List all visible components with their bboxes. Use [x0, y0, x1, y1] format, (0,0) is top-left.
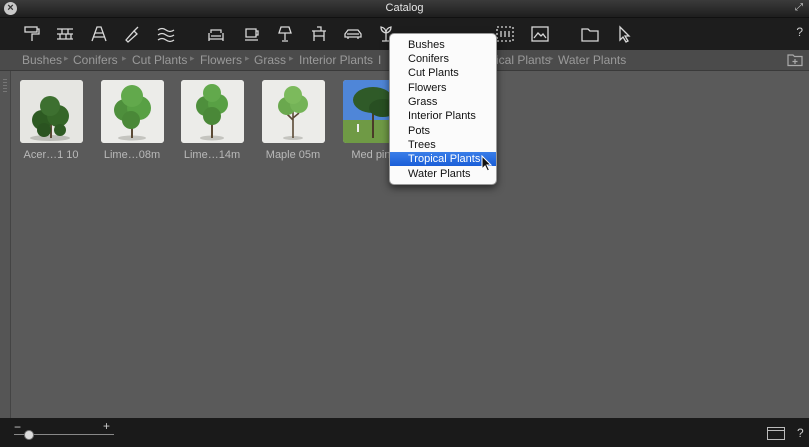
menu-item-trees[interactable]: Trees [390, 138, 496, 152]
thumbnail-label: Lime…08m [103, 149, 161, 161]
expand-icon[interactable]: ⤢ [793, 2, 805, 14]
thumbnail-lime-08m[interactable] [101, 80, 164, 143]
car-icon[interactable] [341, 22, 365, 46]
trowel-icon[interactable] [120, 22, 144, 46]
help-button[interactable]: ? [796, 25, 803, 39]
separator-icon: ▸ [245, 53, 250, 63]
help-button-bottom[interactable]: ? [797, 426, 804, 440]
menu-item-flowers[interactable]: Flowers [390, 81, 496, 95]
thumbnail-label: Acer…1 10 [23, 149, 79, 161]
water-waves-icon[interactable] [154, 22, 178, 46]
cup-icon[interactable] [240, 22, 264, 46]
thumbnail-label: Maple 05m [265, 149, 321, 161]
brick-wall-icon[interactable] [53, 22, 77, 46]
roof-icon[interactable] [87, 22, 111, 46]
add-folder-icon[interactable] [787, 52, 803, 67]
mouse-cursor-icon [481, 155, 493, 172]
separator-icon: ▸ [122, 53, 127, 63]
category-water-plants[interactable]: Water Plants [558, 53, 626, 67]
category-partial[interactable]: I [378, 53, 381, 67]
category-grass[interactable]: Grass [254, 53, 286, 67]
menu-item-pots[interactable]: Pots [390, 124, 496, 138]
separator-icon: ▸ [549, 53, 554, 63]
separator-icon: ▸ [64, 53, 69, 63]
sofa-icon[interactable] [204, 22, 228, 46]
separator-icon: ▸ [289, 53, 294, 63]
zoom-in-button[interactable]: + [103, 419, 110, 433]
bottom-bar: − + ? [0, 418, 809, 447]
category-flowers[interactable]: Flowers [200, 53, 242, 67]
panel-toggle-icon[interactable] [767, 427, 785, 440]
category-interior-plants[interactable]: Interior Plants [299, 53, 373, 67]
menu-item-conifers[interactable]: Conifers [390, 52, 496, 66]
thumbnail-acer[interactable] [20, 80, 83, 143]
category-conifers[interactable]: Conifers [73, 53, 118, 67]
pointer-icon[interactable] [612, 22, 636, 46]
zoom-slider-handle[interactable] [24, 430, 34, 440]
category-tropical-plants[interactable]: ical Plants [496, 53, 551, 67]
left-panel-handle[interactable] [0, 71, 11, 418]
category-bushes[interactable]: Bushes [22, 53, 62, 67]
separator-icon: ▸ [190, 53, 195, 63]
table-icon[interactable] [307, 22, 331, 46]
thumbnail-label: Lime…14m [183, 149, 241, 161]
paint-roller-icon[interactable] [20, 22, 44, 46]
menu-item-grass[interactable]: Grass [390, 95, 496, 109]
window-title: Catalog [385, 2, 424, 14]
title-bar: × Catalog ⤢ [0, 0, 809, 18]
menu-item-cut-plants[interactable]: Cut Plants [390, 66, 496, 80]
lamp-icon[interactable] [273, 22, 297, 46]
grip-icon [3, 79, 7, 93]
menu-item-interior-plants[interactable]: Interior Plants [390, 109, 496, 123]
menu-item-bushes[interactable]: Bushes [390, 38, 496, 52]
folder-icon[interactable] [578, 22, 602, 46]
thumbnail-lime-14m[interactable] [181, 80, 244, 143]
image-icon[interactable] [528, 22, 552, 46]
thumbnail-maple-05m[interactable] [262, 80, 325, 143]
category-cut-plants[interactable]: Cut Plants [132, 53, 187, 67]
zoom-out-button[interactable]: − [14, 420, 21, 434]
